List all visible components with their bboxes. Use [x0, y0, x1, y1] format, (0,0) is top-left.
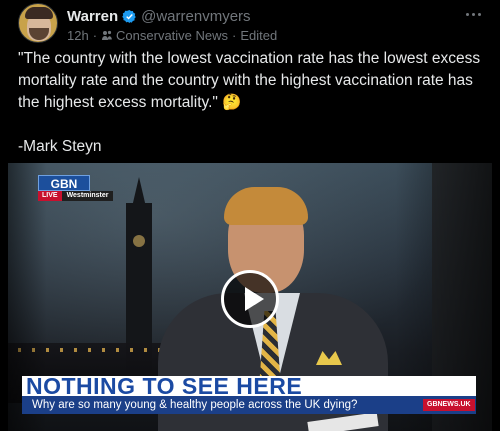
- video-player[interactable]: GBN LIVE Westminster NOTHING TO SEE HERE…: [8, 163, 492, 431]
- avatar-cap: [25, 7, 53, 19]
- more-dot: [471, 12, 475, 16]
- author-row: Warren @warrenvmyers: [67, 6, 251, 26]
- edited-label[interactable]: Edited: [240, 28, 277, 43]
- channel-website: GBNEWS.UK: [423, 399, 475, 411]
- community-icon: [102, 30, 112, 40]
- tweet-meta: 12h · Conservative News · Edited: [67, 26, 277, 44]
- play-icon: [245, 287, 264, 311]
- live-strip: LIVE Westminster: [38, 191, 114, 201]
- author-display-name[interactable]: Warren: [67, 8, 118, 25]
- location-label: Westminster: [61, 191, 114, 201]
- more-options-icon[interactable]: [464, 8, 482, 20]
- live-badge: LIVE: [38, 191, 62, 201]
- verified-badge-icon: [122, 9, 136, 23]
- timestamp[interactable]: 12h: [67, 28, 89, 43]
- author-handle[interactable]: @warrenvmyers: [141, 8, 250, 25]
- channel-logo: GBN: [38, 175, 90, 191]
- more-dot: [477, 12, 481, 16]
- avatar[interactable]: [18, 3, 58, 43]
- play-button[interactable]: [221, 270, 279, 328]
- video-subline: Why are so many young & healthy people a…: [32, 399, 358, 411]
- community-name[interactable]: Conservative News: [116, 28, 228, 43]
- tweet-card: Warren @warrenvmyers 12h · Conservative …: [0, 0, 500, 431]
- presenter-hair: [224, 187, 308, 225]
- more-dot: [465, 12, 469, 16]
- tweet-text: "The country with the lowest vaccination…: [18, 50, 481, 155]
- meta-separator: ·: [92, 27, 98, 43]
- meta-separator-2: ·: [232, 27, 237, 43]
